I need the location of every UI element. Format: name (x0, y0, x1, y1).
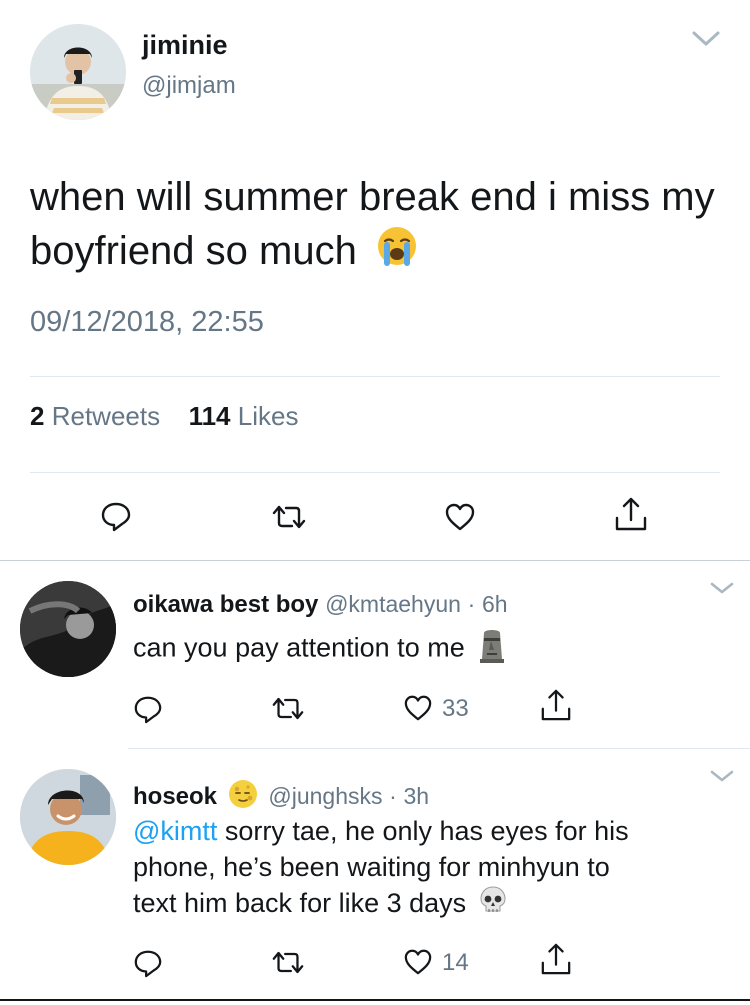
moai-emoji (478, 627, 506, 672)
reply-time: 6h (481, 591, 508, 617)
reply-tweet[interactable]: oikawa best boy @kmtaehyun · 6h can you … (0, 561, 750, 748)
loudly-crying-face-emoji (376, 225, 418, 281)
reply-time: 3h (403, 782, 430, 809)
heart-icon[interactable] (403, 694, 433, 727)
separator-dot: · (467, 591, 476, 617)
reply-icon[interactable] (133, 694, 163, 729)
reply-header: oikawa best boy @kmtaehyun · 6h (133, 591, 508, 619)
share-icon[interactable] (540, 688, 572, 727)
share-icon[interactable] (614, 496, 648, 537)
skull-emoji (478, 885, 508, 924)
retweets-count[interactable]: 2 (30, 401, 44, 431)
tweet-text: when will summer break end i miss my boy… (30, 170, 720, 281)
reply-icon[interactable] (100, 500, 132, 537)
divider (30, 472, 720, 473)
reply-header: hoseok @junghsks · 3h (133, 779, 429, 816)
divider (0, 999, 750, 1001)
reply-tweet[interactable]: hoseok @junghsks · 3h @kimtt sorry tae, … (0, 749, 750, 1005)
retweet-icon[interactable] (270, 949, 306, 981)
full-moon-face-emoji (228, 779, 258, 816)
reply-text-line: text him back for like 3 days (133, 885, 713, 924)
mention-link[interactable]: @kimtt (133, 816, 217, 846)
likes-count: 33 (442, 695, 469, 722)
retweets-label[interactable]: Retweets (52, 401, 160, 431)
tweet-text-content: when will summer break end i miss my boy… (30, 175, 715, 273)
display-name[interactable]: hoseok (133, 783, 217, 810)
chevron-down-icon[interactable] (710, 769, 734, 788)
reply-text: @kimtt sorry tae, he only has eyes for h… (133, 813, 713, 924)
share-icon[interactable] (540, 942, 572, 981)
user-handle[interactable]: @kmtaehyun (325, 591, 461, 617)
divider (30, 376, 720, 377)
heart-icon[interactable] (444, 502, 476, 537)
retweet-icon[interactable] (270, 695, 306, 727)
tweet-stats: 2 Retweets 114 Likes (30, 401, 298, 432)
chevron-down-icon[interactable] (692, 30, 720, 48)
tweet-timestamp: 09/12/2018, 22:55 (30, 306, 264, 338)
user-handle[interactable]: @jimjam (142, 72, 236, 100)
heart-icon[interactable] (403, 948, 433, 981)
main-tweet: jiminie @jimjam when will summer break e… (0, 0, 750, 561)
avatar[interactable] (20, 769, 116, 865)
display-name[interactable]: oikawa best boy (133, 591, 318, 618)
likes-count[interactable]: 114 (189, 401, 231, 431)
likes-label[interactable]: Likes (238, 401, 299, 431)
reply-text-content: text him back for like 3 days (133, 888, 467, 918)
reply-text-line: @kimtt sorry tae, he only has eyes for h… (133, 813, 713, 849)
reply-text-content: sorry tae, he only has eyes for his (217, 816, 629, 846)
reply-text: can you pay attention to me (133, 627, 713, 672)
likes-count: 14 (442, 949, 469, 976)
reply-text-line: phone, he’s been waiting for minhyun to (133, 852, 610, 882)
user-handle[interactable]: @junghsks (268, 783, 382, 809)
display-name[interactable]: jiminie (142, 30, 228, 61)
avatar[interactable] (30, 24, 126, 120)
retweet-icon[interactable] (270, 503, 308, 536)
avatar[interactable] (20, 581, 116, 677)
chevron-down-icon[interactable] (710, 581, 734, 600)
reply-icon[interactable] (133, 948, 163, 983)
separator-dot: · (389, 782, 397, 809)
reply-text-content: can you pay attention to me (133, 632, 465, 663)
